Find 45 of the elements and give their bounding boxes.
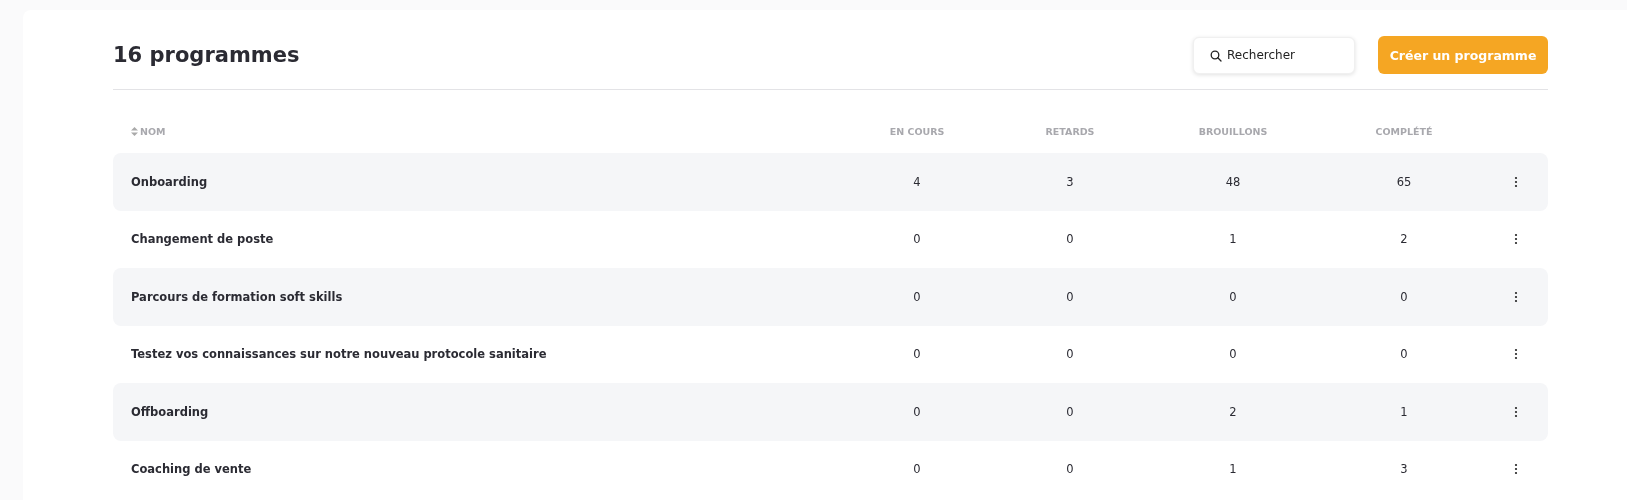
table-cell: 0 (1229, 347, 1237, 362)
table-cell: 48 (1225, 174, 1241, 189)
table-cell: 0 (1066, 462, 1074, 477)
table-cell: 0 (913, 462, 921, 477)
table-cell: 0 (1066, 347, 1074, 362)
page-title: 16 programmes (113, 43, 300, 67)
more-icon[interactable] (1514, 175, 1518, 188)
column-header: EN COURS (889, 125, 945, 137)
more-icon[interactable] (1514, 290, 1518, 303)
table-cell: 1 (1229, 462, 1237, 477)
column-header: RETARDS (1045, 125, 1095, 137)
search-field[interactable]: Rechercher (1193, 36, 1355, 74)
more-icon[interactable] (1514, 463, 1518, 476)
table-cell: 2 (1400, 232, 1408, 247)
program-name[interactable]: Parcours de formation soft skills (131, 289, 343, 304)
program-name[interactable]: Offboarding (131, 404, 209, 419)
table-cell: 4 (913, 174, 921, 189)
table-cell: 0 (1400, 347, 1408, 362)
table-cell: 0 (913, 289, 921, 304)
more-icon[interactable] (1514, 348, 1518, 361)
table-row[interactable]: Onboarding 4 3 48 65 (113, 153, 1548, 211)
program-name[interactable]: Onboarding (131, 174, 208, 189)
table-cell: 0 (1066, 232, 1074, 247)
table-cell: 2 (1229, 404, 1237, 419)
table-cell: 0 (1400, 289, 1408, 304)
table-cell: 0 (1229, 289, 1237, 304)
program-name[interactable]: Coaching de vente (131, 462, 252, 477)
column-header: COMPLÉTÉ (1375, 125, 1433, 137)
table-cell: 0 (1066, 404, 1074, 419)
program-name[interactable]: Changement de poste (131, 232, 274, 247)
more-icon[interactable] (1514, 405, 1518, 418)
table-cell: 1 (1400, 404, 1408, 419)
table-cell: 1 (1229, 232, 1237, 247)
more-icon[interactable] (1514, 233, 1518, 246)
table-row[interactable]: Offboarding 0 0 2 1 (113, 383, 1548, 441)
table-cell: 3 (1066, 174, 1074, 189)
table-cell: 0 (913, 347, 921, 362)
table-cell: 0 (913, 232, 921, 247)
table-cell: 3 (1400, 462, 1408, 477)
table-cell: 0 (913, 404, 921, 419)
table-cell: 65 (1396, 174, 1412, 189)
table-cell: 0 (1066, 289, 1074, 304)
table-row[interactable]: Parcours de formation soft skills 0 0 0 0 (113, 268, 1548, 326)
column-header: BROUILLONS (1198, 125, 1268, 137)
program-name[interactable]: Testez vos connaissances sur notre nouveau protocole sanitaire (131, 347, 547, 362)
